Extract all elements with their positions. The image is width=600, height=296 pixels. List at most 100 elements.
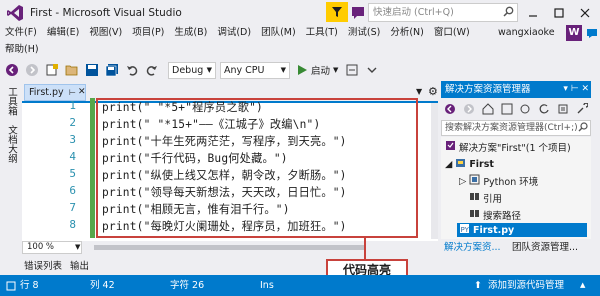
- menu-team[interactable]: 团队(M): [256, 25, 301, 41]
- feedback-icon[interactable]: [586, 27, 598, 39]
- editor-tab-first-py[interactable]: First.py ⊢ ✕: [24, 84, 86, 101]
- play-icon: [298, 65, 307, 75]
- menu-project[interactable]: 项目(P): [127, 25, 169, 41]
- menu-file[interactable]: 文件(F): [0, 25, 42, 41]
- avatar[interactable]: W: [566, 25, 582, 41]
- python-file-icon: PY: [459, 223, 470, 237]
- search-paths-icon: [469, 208, 480, 222]
- solution-explorer-title: 解决方案资源管理器: [445, 84, 531, 95]
- standard-toolbar: Debug ▼ Any CPU ▼ 启动 ▼: [0, 59, 600, 81]
- open-file-icon[interactable]: [64, 62, 80, 78]
- tree-item-first-py[interactable]: PY First.py: [457, 223, 587, 237]
- redo-icon[interactable]: [144, 62, 160, 78]
- menu-debug[interactable]: 调试(D): [212, 25, 256, 41]
- menu-row: 帮助(H): [0, 42, 44, 58]
- search-icon[interactable]: [503, 6, 514, 23]
- tab-team-explorer[interactable]: 团队资源管理...: [512, 241, 578, 255]
- notification-filter-icon[interactable]: [326, 2, 348, 22]
- back-icon[interactable]: [443, 101, 458, 117]
- undo-icon[interactable]: [124, 62, 140, 78]
- window-controls: [520, 0, 598, 25]
- line-number: 8: [69, 218, 76, 231]
- chevron-down-icon[interactable]: ▼: [416, 87, 422, 96]
- toolbar-extra-icon[interactable]: [344, 62, 360, 78]
- close-icon[interactable]: [572, 0, 598, 25]
- refresh-icon[interactable]: [537, 101, 552, 117]
- forward-icon[interactable]: [24, 62, 40, 78]
- zoom-select[interactable]: 100 % ▼: [22, 241, 82, 254]
- tab-label: First.py: [29, 87, 64, 98]
- toolbar-options-icon[interactable]: [364, 62, 380, 78]
- change-tracking-bar: [90, 98, 95, 238]
- vertical-scrollbar[interactable]: [431, 103, 438, 239]
- references-icon: [469, 191, 480, 205]
- pin-icon[interactable]: ⊢: [69, 85, 76, 100]
- menu-analyze[interactable]: 分析(N): [385, 25, 429, 41]
- status-column: 列 42: [90, 280, 115, 291]
- tree-item-project[interactable]: ◢ First: [445, 157, 494, 171]
- search-placeholder: 搜索解决方案资源管理器(Ctrl+;): [445, 123, 578, 133]
- wrench-icon[interactable]: [574, 101, 589, 117]
- minimize-icon[interactable]: [520, 0, 546, 25]
- search-icon[interactable]: [578, 122, 588, 137]
- menu-window[interactable]: 窗口(W): [429, 25, 475, 41]
- tree-item-label: 引用: [483, 194, 503, 205]
- new-project-icon[interactable]: [44, 62, 60, 78]
- gear-icon[interactable]: ⚙: [428, 85, 438, 98]
- maximize-icon[interactable]: [546, 0, 572, 25]
- scrollbar-thumb[interactable]: [94, 245, 364, 250]
- toolbox-strip: 工具箱 文档大纲: [0, 81, 20, 241]
- tree-item-label: 解决方案"First"(1 个项目): [459, 143, 571, 154]
- expanded-arrow-icon[interactable]: ◢: [445, 159, 452, 170]
- solution-explorer-scrollbar[interactable]: [591, 81, 600, 241]
- tab-output[interactable]: 输出: [70, 258, 89, 272]
- arrow-up-icon[interactable]: ⬆: [474, 275, 482, 296]
- arrow-up-icon[interactable]: ▲: [580, 275, 585, 296]
- menu-row: 文件(F) 编辑(E) 视图(V) 项目(P) 生成(B) 调试(D) 团队(M…: [0, 25, 475, 41]
- solution-configuration-select[interactable]: Debug ▼: [168, 61, 216, 79]
- back-icon[interactable]: [4, 62, 20, 78]
- menu-help[interactable]: 帮助(H): [0, 42, 44, 58]
- solution-tree: 解决方案"First"(1 个项目) ◢ First ▷ Python 环境 引…: [441, 137, 591, 239]
- tree-item-label: First.py: [473, 224, 515, 236]
- horizontal-scrollbar[interactable]: [84, 242, 434, 253]
- forward-icon[interactable]: [462, 101, 477, 117]
- menu-build[interactable]: 生成(B): [169, 25, 212, 41]
- menu-view[interactable]: 视图(V): [84, 25, 127, 41]
- sync-icon[interactable]: [518, 101, 533, 117]
- menu-edit[interactable]: 编辑(E): [42, 25, 84, 41]
- tree-item-solution[interactable]: 解决方案"First"(1 个项目): [445, 140, 571, 154]
- tree-item-search-paths[interactable]: 搜索路径: [469, 208, 521, 222]
- properties-icon[interactable]: [556, 101, 571, 117]
- home-icon[interactable]: [481, 101, 496, 117]
- panel-header-buttons[interactable]: ▾ ⊢ ✕: [563, 81, 589, 98]
- chevron-down-icon[interactable]: ▼: [333, 66, 338, 74]
- save-icon[interactable]: [84, 62, 100, 78]
- line-number: 6: [69, 184, 76, 197]
- toolbox-tab[interactable]: 工具箱: [4, 87, 18, 116]
- line-number: 2: [69, 116, 76, 129]
- quick-launch-input[interactable]: 快速启动 (Ctrl+Q): [368, 3, 518, 22]
- solution-platform-select[interactable]: Any CPU ▼: [220, 61, 290, 79]
- close-tab-icon[interactable]: ✕: [78, 85, 86, 100]
- menu-bar: 文件(F) 编辑(E) 视图(V) 项目(P) 生成(B) 调试(D) 团队(M…: [0, 25, 600, 59]
- user-name[interactable]: wangxiaoke: [498, 25, 555, 41]
- solution-explorer-search-input[interactable]: 搜索解决方案资源管理器(Ctrl+;): [441, 120, 591, 136]
- pending-changes-icon[interactable]: [499, 101, 514, 117]
- menu-test[interactable]: 测试(S): [343, 25, 385, 41]
- add-to-source-control[interactable]: 添加到源代码管理: [488, 275, 564, 296]
- python-project-icon: [455, 157, 466, 171]
- tree-item-python-env[interactable]: ▷ Python 环境: [459, 174, 538, 188]
- quick-launch-placeholder: 快速启动 (Ctrl+Q): [373, 7, 454, 18]
- save-all-icon[interactable]: [104, 62, 120, 78]
- tree-item-references[interactable]: 引用: [469, 191, 502, 205]
- menu-tools[interactable]: 工具(T): [301, 25, 343, 41]
- tab-error-list[interactable]: 错误列表: [24, 258, 62, 272]
- line-number: 7: [69, 201, 76, 214]
- tab-solution-explorer[interactable]: 解决方案资...: [444, 241, 501, 255]
- collapsed-arrow-icon[interactable]: ▷: [459, 176, 466, 187]
- line-number: 3: [69, 133, 76, 146]
- feedback-smiley-icon[interactable]: [350, 4, 366, 20]
- document-outline-tab[interactable]: 文档大纲: [4, 125, 18, 163]
- start-button[interactable]: 启动 ▼: [296, 63, 338, 77]
